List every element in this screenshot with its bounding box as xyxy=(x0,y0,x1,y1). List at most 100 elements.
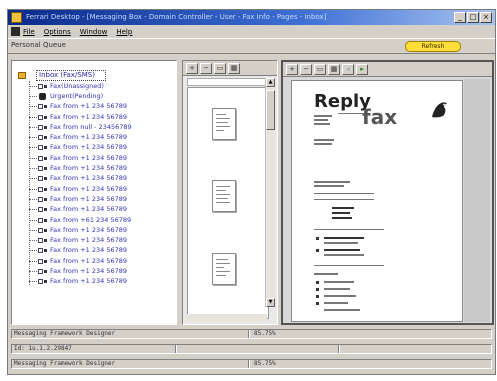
menu-options[interactable]: Options xyxy=(44,28,71,36)
scroll-down-icon[interactable]: ▼ xyxy=(266,298,275,307)
tree-item-label: Fax from null - 23456789 xyxy=(50,122,132,131)
preview-margin xyxy=(464,79,490,322)
page-thumbnail[interactable] xyxy=(212,108,236,140)
fax-icon xyxy=(38,175,47,182)
tree-item[interactable]: Fax from +1 234 56789 xyxy=(25,112,175,122)
tree-item-label: Fax from +1 234 56789 xyxy=(50,102,128,111)
tree-item[interactable]: Fax from +1 234 56789 xyxy=(25,256,175,266)
tree-item-label: Fax from +61 234 56789 xyxy=(50,215,132,224)
page-thumbnail[interactable] xyxy=(212,253,236,285)
status-text: Messaging Framework Designer xyxy=(14,330,116,337)
fax-icon xyxy=(38,186,47,193)
folder-tree-pane[interactable]: Inbox (Fax/SMS) Fax(Unassigned) Urgent(Pe… xyxy=(11,60,177,325)
back-icon[interactable]: ◂ xyxy=(342,63,354,75)
menu-file[interactable]: File xyxy=(23,28,35,36)
system-menu-icon[interactable] xyxy=(11,27,20,36)
tree-item-label: Fax from +1 234 56789 xyxy=(50,246,128,255)
zoom-in-icon[interactable]: + xyxy=(286,63,298,75)
page-thumbnail[interactable] xyxy=(212,180,236,212)
thumbnail-scrollbar[interactable]: ▲ ▼ xyxy=(265,78,275,307)
tree-item[interactable]: Fax from +1 234 56789 xyxy=(25,163,175,173)
tree-item-label: Urgent(Pending) xyxy=(50,91,104,100)
tree-item[interactable]: Fax from +1 234 56789 xyxy=(25,194,175,204)
tree-connector-stub xyxy=(29,116,37,118)
tree-connector-stub xyxy=(29,260,37,262)
tree-connector-stub xyxy=(29,157,37,159)
tree-item[interactable]: Fax from +1 234 56789 xyxy=(25,102,175,112)
tree-connector-stub xyxy=(29,240,37,242)
grid-icon[interactable]: ▦ xyxy=(228,62,240,74)
menu-window[interactable]: Window xyxy=(80,28,108,36)
status-bar: Messaging Framework Designer 85.75% xyxy=(11,329,492,339)
thumbnail-header xyxy=(187,78,273,86)
tree-item[interactable]: Fax from +1 234 56789 xyxy=(25,235,175,245)
thumbnail-list[interactable] xyxy=(187,87,269,319)
tree-item-label: Fax from +1 234 56789 xyxy=(50,133,128,142)
zoom-out-icon[interactable]: − xyxy=(200,62,212,74)
status-zoom: 85.75% xyxy=(254,360,276,367)
fax-document-preview[interactable]: Reply fax xyxy=(291,80,463,322)
minimize-button[interactable]: _ xyxy=(454,12,466,23)
fax-icon xyxy=(38,114,47,121)
tree-item[interactable]: Fax from +1 234 56789 xyxy=(25,246,175,256)
tree-item[interactable]: Fax from null - 23456789 xyxy=(25,122,175,132)
main-window: Ferrari Desktop - [Messaging Box - Domai… xyxy=(7,9,496,375)
horizontal-scrollbar[interactable] xyxy=(187,314,267,322)
tree-connector-stub xyxy=(29,178,37,180)
tree-item[interactable]: Fax from +1 234 56789 xyxy=(25,205,175,215)
tree-root[interactable]: Inbox (Fax/SMS) xyxy=(18,69,106,81)
status-bar: Messaging Framework Designer 85.75% xyxy=(11,359,492,369)
maximize-button[interactable]: □ xyxy=(467,12,479,23)
tree-item[interactable]: Fax from +1 234 56789 xyxy=(25,143,175,153)
tree-item-label: Fax from +1 234 56789 xyxy=(50,112,128,121)
tree-item[interactable]: Fax from +61 234 56789 xyxy=(25,215,175,225)
fit-page-icon[interactable]: ▭ xyxy=(314,63,326,75)
zoom-in-icon[interactable]: + xyxy=(186,62,198,74)
fax-icon xyxy=(38,83,47,90)
forward-icon[interactable]: ▸ xyxy=(356,63,368,75)
refresh-button[interactable]: Refresh xyxy=(405,41,461,52)
section-title: Personal Queue xyxy=(11,41,66,49)
preview-pane: + − ▭ ▦ ◂ ▸ Reply fax xyxy=(281,60,494,325)
tree-item-label: Fax from +1 234 56789 xyxy=(50,266,128,275)
fax-icon xyxy=(38,247,47,254)
preview-toolbar: + − ▭ ▦ ◂ ▸ xyxy=(283,62,492,77)
fax-icon xyxy=(38,227,47,234)
fit-page-icon[interactable]: ▭ xyxy=(214,62,226,74)
fax-icon xyxy=(38,124,47,131)
tree-connector-stub xyxy=(29,198,37,200)
tree-item[interactable]: Fax from +1 234 56789 xyxy=(25,266,175,276)
window-title: Ferrari Desktop - [Messaging Box - Domai… xyxy=(26,13,327,21)
fax-icon xyxy=(38,278,47,285)
fax-icon xyxy=(38,217,47,224)
tree-item[interactable]: Fax(Unassigned) xyxy=(25,81,175,91)
tree-connector-stub xyxy=(29,85,37,87)
menu-help[interactable]: Help xyxy=(116,28,132,36)
tree-item[interactable]: Fax from +1 234 56789 xyxy=(25,132,175,142)
fax-icon xyxy=(38,134,47,141)
tree-connector-stub xyxy=(29,219,37,221)
title-bar[interactable]: Ferrari Desktop - [Messaging Box - Domai… xyxy=(8,10,495,25)
tree-item[interactable]: Urgent(Pending) xyxy=(25,91,175,101)
tree-item-label: Fax(Unassigned) xyxy=(50,81,104,90)
zoom-out-icon[interactable]: − xyxy=(300,63,312,75)
tree-connector-stub xyxy=(29,281,37,283)
fax-icon xyxy=(38,103,47,110)
close-button[interactable]: × xyxy=(480,12,492,23)
tree-item-label: Fax from +1 234 56789 xyxy=(50,194,128,203)
tree-connector-stub xyxy=(29,106,37,108)
fax-icon xyxy=(38,206,47,213)
tree-item[interactable]: Fax from +1 234 56789 xyxy=(25,277,175,287)
folder-icon xyxy=(18,71,26,79)
grid-icon[interactable]: ▦ xyxy=(328,63,340,75)
tree-connector-stub xyxy=(29,95,37,97)
scroll-thumb[interactable] xyxy=(266,90,275,130)
queue-header: Personal Queue Refresh xyxy=(8,38,495,54)
scroll-up-icon[interactable]: ▲ xyxy=(266,78,275,87)
tree-item[interactable]: Fax from +1 234 56789 xyxy=(25,153,175,163)
tree-item[interactable]: Fax from +1 234 56789 xyxy=(25,225,175,235)
tree-item[interactable]: Fax from +1 234 56789 xyxy=(25,184,175,194)
fax-icon xyxy=(38,268,47,275)
tree-item[interactable]: Fax from +1 234 56789 xyxy=(25,174,175,184)
fax-icon xyxy=(38,237,47,244)
